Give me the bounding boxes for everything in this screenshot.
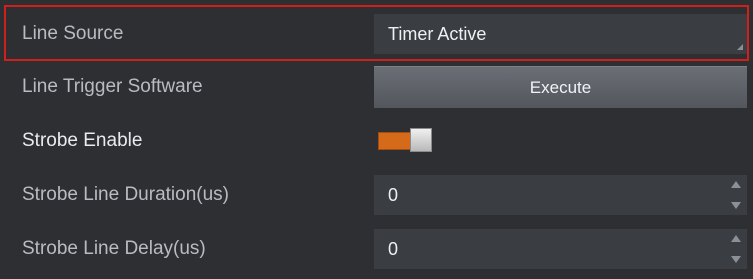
strobe-enable-toggle[interactable] <box>376 128 434 152</box>
spin-up-icon[interactable] <box>731 235 741 242</box>
row-line-source: Line Source Timer Active <box>0 7 753 61</box>
line-source-dropdown[interactable]: Timer Active <box>374 14 747 54</box>
execute-button[interactable]: Execute <box>374 66 747 108</box>
spin-arrows-icon[interactable] <box>731 181 741 209</box>
strobe-enable-label: Strobe Enable <box>22 130 143 151</box>
dropdown-corner-icon <box>737 44 743 50</box>
line-trigger-software-label: Line Trigger Software <box>22 76 203 97</box>
strobe-line-duration-value: 0 <box>388 185 399 205</box>
line-source-value: Timer Active <box>388 24 487 44</box>
strobe-line-delay-value: 0 <box>388 239 399 259</box>
spin-down-icon[interactable] <box>731 202 741 209</box>
strobe-line-delay-spinbox[interactable]: 0 <box>374 229 747 269</box>
line-source-label: Line Source <box>22 23 124 44</box>
spin-down-icon[interactable] <box>731 256 741 263</box>
spin-arrows-icon[interactable] <box>731 235 741 263</box>
strobe-line-delay-label: Strobe Line Delay(us) <box>22 238 206 259</box>
toggle-knob <box>410 128 432 152</box>
row-strobe-line-delay: Strobe Line Delay(us) 0 <box>0 222 753 276</box>
strobe-line-duration-spinbox[interactable]: 0 <box>374 175 747 215</box>
properties-panel: Line Source Timer Active Line Trigger So… <box>0 0 753 279</box>
spin-up-icon[interactable] <box>731 181 741 188</box>
row-strobe-line-duration: Strobe Line Duration(us) 0 <box>0 168 753 222</box>
strobe-line-duration-label: Strobe Line Duration(us) <box>22 184 229 205</box>
